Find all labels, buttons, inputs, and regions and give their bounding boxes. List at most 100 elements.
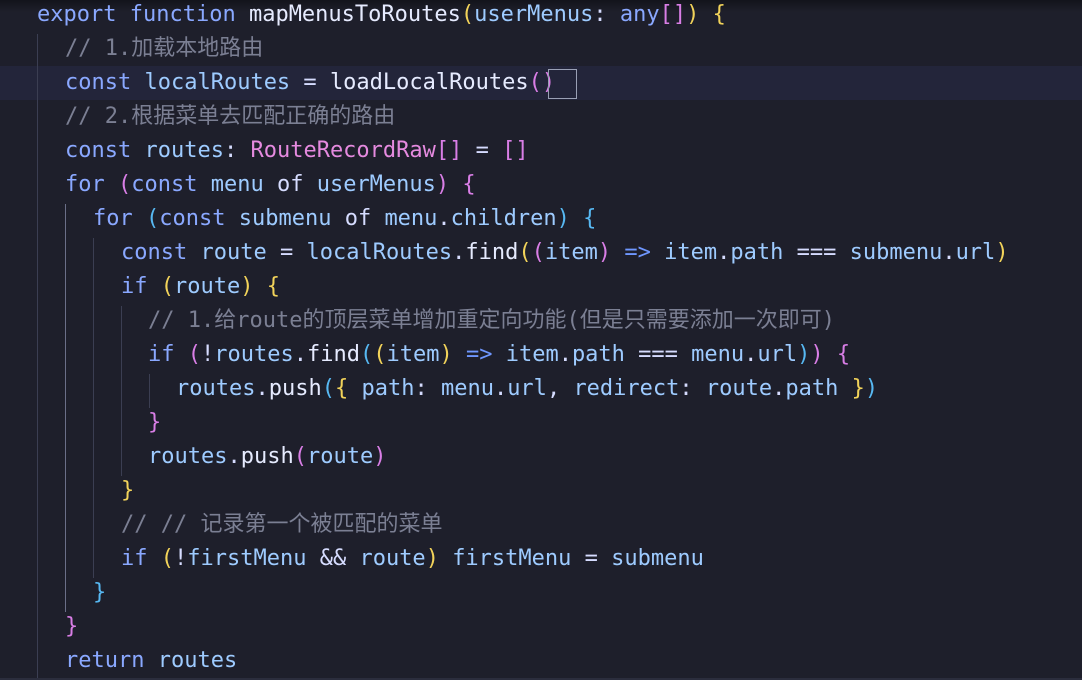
code-line[interactable]: // 1.加载本地路由	[65, 32, 263, 66]
code-token: .	[437, 206, 451, 231]
indent-guide	[149, 374, 150, 408]
code-line[interactable]: }	[93, 576, 106, 610]
code-token: :	[223, 138, 251, 163]
code-token: (	[160, 274, 174, 299]
code-token: any	[619, 2, 660, 27]
code-token: }	[93, 580, 107, 605]
code-token: submenu	[238, 206, 332, 231]
indent-guide	[121, 306, 122, 476]
code-token: =	[266, 240, 307, 265]
code-line[interactable]: const route = localRoutes.find((item) =>…	[121, 236, 1009, 270]
code-token: =	[290, 70, 330, 95]
code-token: (	[518, 240, 532, 265]
code-token: !	[174, 546, 188, 571]
code-token: route	[200, 240, 267, 265]
code-token: localRoutes	[306, 240, 453, 265]
code-line[interactable]: return routes	[65, 644, 237, 678]
code-line[interactable]: if (!firstMenu && route) firstMenu = sub…	[121, 542, 704, 576]
code-token: function	[129, 2, 236, 27]
code-token: ===	[783, 240, 850, 265]
code-token: // 1.给route的顶层菜单增加重定向功能(但是只需要添加一次即可)	[148, 308, 835, 333]
code-token: []	[659, 2, 687, 27]
code-token: const	[159, 206, 226, 231]
code-token: export	[37, 2, 117, 27]
code-token: {	[334, 376, 349, 401]
code-line[interactable]: for (const menu of userMenus) {	[65, 168, 476, 202]
code-token: item	[544, 240, 598, 265]
code-token: .	[452, 240, 466, 265]
code-token: route	[306, 444, 374, 469]
code-token: )	[686, 2, 700, 27]
code-line[interactable]: const routes: RouteRecordRaw[] = []	[65, 134, 529, 168]
code-token: userMenus	[316, 172, 436, 197]
code-token: .	[744, 342, 758, 367]
code-token: localRoutes	[144, 70, 291, 95]
code-token: (	[118, 172, 132, 197]
code-line[interactable]: routes.push(route)	[148, 440, 386, 474]
code-line[interactable]: export function mapMenusToRoutes(userMen…	[37, 0, 726, 32]
code-token: for	[93, 206, 133, 231]
code-token: routes	[176, 376, 256, 401]
code-token: find	[306, 342, 360, 367]
code-token: redirect	[573, 376, 680, 401]
code-token: (	[293, 444, 307, 469]
code-line[interactable]: }	[148, 406, 161, 440]
code-token: {	[712, 2, 726, 27]
code-token: )	[425, 546, 439, 571]
code-token: url	[507, 376, 547, 401]
code-line[interactable]: if (!routes.find((item) => item.path ===…	[148, 338, 850, 372]
code-token: const	[65, 138, 132, 163]
code-token: (	[373, 342, 387, 367]
code-token: menu	[210, 172, 264, 197]
code-token: children	[450, 206, 557, 231]
code-token: routes	[157, 648, 238, 673]
code-line[interactable]: if (route) {	[121, 270, 280, 304]
code-token: route	[705, 376, 773, 401]
code-token: of	[263, 172, 317, 197]
code-token: }	[121, 478, 135, 503]
code-line[interactable]: const localRoutes = loadLocalRoutes()	[65, 66, 555, 100]
code-line[interactable]: // 2.根据菜单去匹配正确的路由	[65, 100, 395, 134]
code-token: !	[201, 342, 215, 367]
code-token: {	[583, 206, 597, 231]
bracket-match-highlight	[548, 69, 577, 99]
code-token: )	[597, 240, 612, 265]
code-line[interactable]: routes.push({ path: menu.url, redirect: …	[176, 372, 878, 406]
code-token: routes	[148, 444, 228, 469]
code-line[interactable]: }	[121, 474, 134, 508]
code-token: return	[65, 648, 145, 673]
code-token: route	[174, 274, 241, 299]
code-editor[interactable]: export function mapMenusToRoutes(userMen…	[0, 0, 1082, 680]
code-token: .	[493, 376, 508, 401]
code-token: push	[268, 376, 322, 401]
code-token: item	[664, 240, 718, 265]
code-line[interactable]: for (const submenu of menu.children) {	[93, 202, 596, 236]
code-token: path	[730, 240, 784, 265]
code-token: )	[373, 444, 387, 469]
code-line[interactable]: // 1.给route的顶层菜单增加重定向功能(但是只需要添加一次即可)	[148, 304, 835, 338]
code-token: )	[864, 376, 879, 401]
code-token: // 1.加载本地路由	[65, 36, 264, 61]
code-token: .	[558, 342, 572, 367]
code-line[interactable]: // // 记录第一个被匹配的菜单	[121, 508, 442, 542]
code-token: if	[121, 546, 148, 571]
code-line[interactable]: }	[65, 610, 78, 644]
code-token: userMenus	[474, 2, 594, 27]
code-token: .	[227, 444, 241, 469]
code-token: menu	[384, 206, 438, 231]
